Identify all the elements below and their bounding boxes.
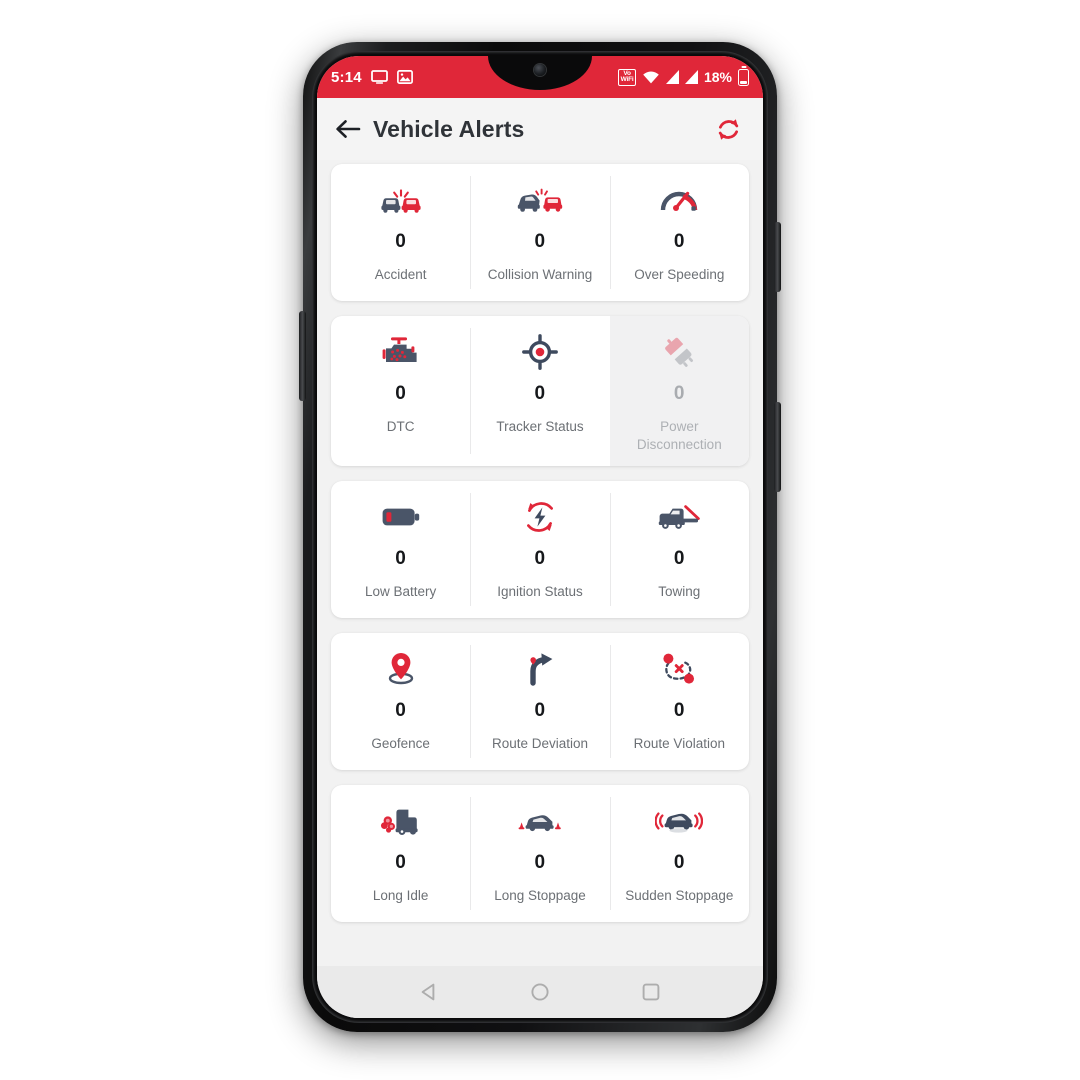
long-idle-icon	[380, 800, 422, 842]
recents-nav-button[interactable]	[629, 970, 673, 1014]
alerts-list[interactable]: 0 Accident 0 Collision Warning 0 Over Sp…	[317, 160, 763, 966]
alert-cell-collision-warning[interactable]: 0 Collision Warning	[470, 164, 609, 301]
front-camera-icon	[534, 64, 546, 76]
engine-dtc-icon	[381, 331, 421, 373]
geofence-pin-icon	[382, 648, 420, 690]
alert-count: 0	[534, 852, 546, 874]
status-bar: 5:14 Vo WiFi 18%	[317, 56, 763, 98]
alert-label: Ignition Status	[497, 584, 583, 600]
alert-label: Route Violation	[633, 736, 725, 752]
alert-row: 0 Accident 0 Collision Warning 0 Over Sp…	[331, 164, 749, 301]
tow-truck-icon	[657, 496, 701, 538]
status-clock: 5:14	[331, 68, 362, 86]
alert-label: Accident	[374, 267, 427, 282]
alert-label: Collision Warning	[487, 267, 593, 282]
home-nav-button[interactable]	[518, 970, 562, 1014]
alert-count: 0	[673, 700, 685, 722]
alert-label: Tracker Status	[496, 419, 584, 434]
alert-cell-dtc[interactable]: 0 DTC	[331, 316, 470, 466]
phone-screen: 5:14 Vo WiFi 18% Vehicle Alerts 0 Accide…	[317, 56, 763, 1018]
volume-button[interactable]	[299, 311, 306, 401]
power-plug-disconnect-icon	[660, 331, 698, 373]
accident-icon	[379, 179, 423, 221]
signal-sim1-icon	[665, 70, 679, 84]
alert-cell-low-battery[interactable]: 0 Low Battery	[331, 481, 470, 618]
alert-count: 0	[534, 383, 546, 404]
long-stoppage-icon	[516, 800, 564, 842]
alert-count: 0	[395, 700, 407, 722]
alert-label: Power Disconnection	[636, 419, 722, 452]
alert-count: 0	[673, 231, 685, 252]
power-button[interactable]	[774, 222, 781, 292]
alert-row: 0 DTC 0 Tracker Status 0 Power Disconnec…	[331, 316, 749, 467]
alert-cell-route-deviation[interactable]: 0 Route Deviation	[470, 633, 609, 770]
alert-cell-accident[interactable]: 0 Accident	[331, 164, 470, 301]
alert-row: 0 Low Battery 0 Ignition Status 0 Towing	[331, 481, 749, 619]
wifi-icon	[642, 70, 660, 84]
alert-count: 0	[395, 231, 407, 252]
sudden-stoppage-icon	[655, 800, 704, 842]
app-bar: Vehicle Alerts	[317, 98, 763, 160]
alert-row: 0 Geofence 0 Route Deviation 0 Route Vio…	[331, 633, 749, 771]
display-notch	[488, 56, 592, 90]
low-battery-icon	[381, 496, 421, 538]
vowifi-icon: Vo WiFi	[618, 68, 636, 86]
status-bar-right: Vo WiFi 18%	[618, 68, 749, 86]
alert-cell-over-speeding[interactable]: 0 Over Speeding	[609, 164, 749, 301]
speedometer-icon	[659, 179, 699, 221]
image-icon	[396, 70, 413, 84]
alert-count: 0	[673, 383, 685, 404]
alert-label: Long Stoppage	[494, 888, 586, 904]
alert-count: 0	[673, 852, 685, 874]
back-nav-button[interactable]	[407, 970, 451, 1014]
collision-warning-icon	[516, 179, 564, 221]
alert-count: 0	[534, 548, 546, 570]
alert-cell-route-violation[interactable]: 0 Route Violation	[609, 633, 749, 770]
alert-cell-geofence[interactable]: 0 Geofence	[331, 633, 470, 770]
back-button[interactable]	[331, 112, 365, 146]
signal-sim2-icon	[684, 70, 698, 84]
refresh-button[interactable]	[711, 112, 745, 146]
alert-label: Towing	[658, 584, 701, 600]
assistant-button[interactable]	[774, 402, 781, 492]
phone-frame: 5:14 Vo WiFi 18% Vehicle Alerts 0 Accide…	[299, 42, 781, 1032]
status-bar-left: 5:14	[331, 69, 413, 86]
page-title: Vehicle Alerts	[373, 115, 525, 142]
alert-count: 0	[534, 231, 546, 252]
alert-cell-power-disconnection[interactable]: 0 Power Disconnection	[609, 316, 749, 467]
alert-label: Route Deviation	[491, 736, 589, 752]
alert-cell-ignition-status[interactable]: 0 Ignition Status	[470, 481, 609, 618]
alert-label: Sudden Stoppage	[625, 888, 734, 904]
ignition-bolt-icon	[522, 496, 558, 538]
alert-cell-sudden-stoppage[interactable]: 0 Sudden Stoppage	[609, 785, 749, 922]
alert-label: Over Speeding	[634, 267, 725, 282]
battery-percent-label: 18%	[703, 69, 732, 85]
alert-count: 0	[534, 700, 546, 722]
alert-label: DTC	[386, 419, 415, 434]
alert-count: 0	[395, 548, 407, 570]
alert-cell-long-stoppage[interactable]: 0 Long Stoppage	[470, 785, 609, 922]
alert-cell-long-idle[interactable]: 0 Long Idle	[331, 785, 470, 922]
battery-icon	[738, 68, 749, 86]
alert-label: Geofence	[371, 736, 430, 752]
tracker-target-icon	[522, 331, 558, 373]
alert-cell-tracker-status[interactable]: 0 Tracker Status	[470, 316, 609, 466]
vowifi-bottom-label: WiFi	[620, 76, 634, 83]
alert-label: Low Battery	[365, 584, 437, 600]
route-violation-icon	[659, 648, 699, 690]
route-deviation-arrow-icon	[522, 648, 558, 690]
alert-count: 0	[395, 852, 407, 874]
cast-screen-icon	[370, 70, 388, 84]
alert-count: 0	[395, 383, 407, 404]
alert-label: Long Idle	[372, 888, 429, 904]
alert-row: 0 Long Idle 0 Long Stoppage 0 Sudden Sto…	[331, 785, 749, 923]
alert-cell-towing[interactable]: 0 Towing	[609, 481, 749, 618]
alert-count: 0	[673, 548, 685, 570]
android-nav-bar	[317, 966, 763, 1018]
